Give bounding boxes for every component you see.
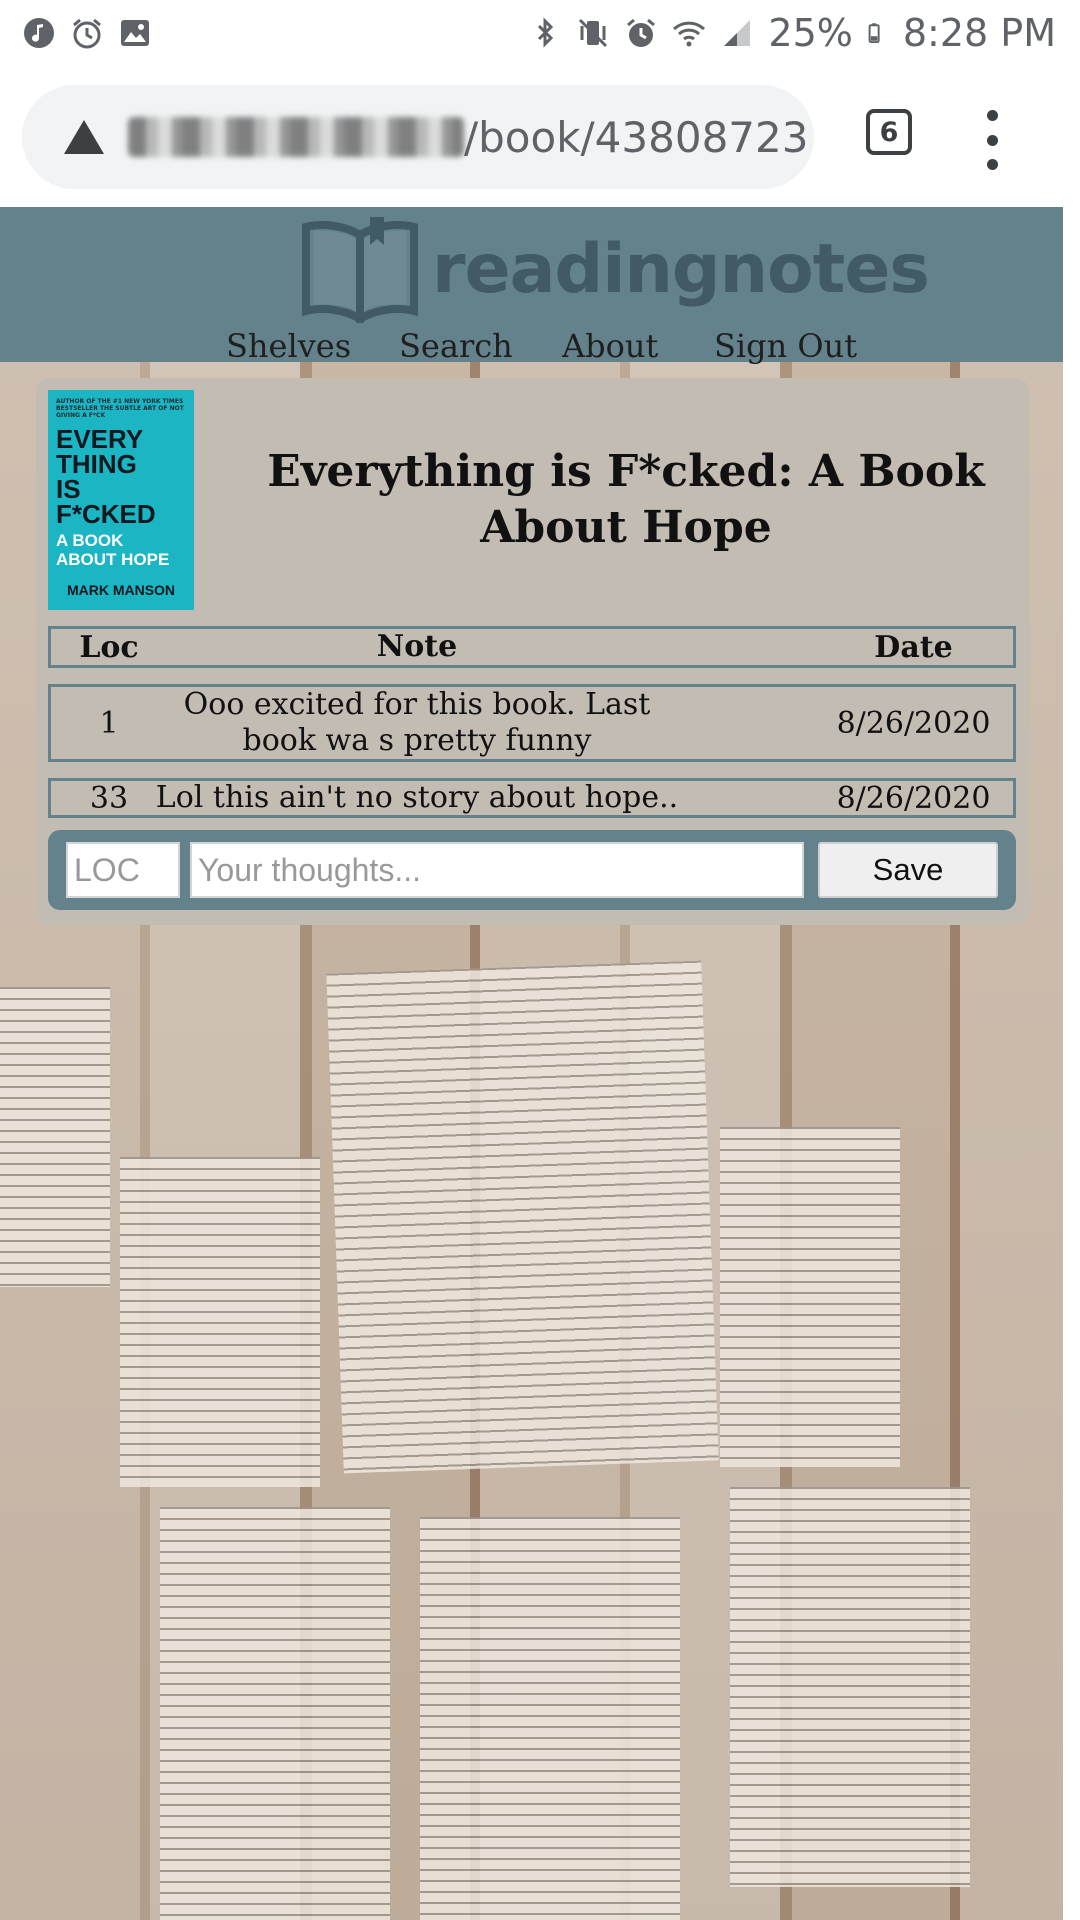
browser-toolbar: /book/43808723 6 <box>0 66 1080 210</box>
background-page <box>160 1507 390 1920</box>
add-note-form: LOC Your thoughts... Save <box>48 830 1016 910</box>
status-left <box>22 16 152 50</box>
background-page <box>120 1157 320 1487</box>
browser-menu-icon[interactable] <box>980 110 1004 170</box>
note-date: 8/26/2020 <box>836 780 991 816</box>
wifi-icon <box>673 21 706 47</box>
book-cover: AUTHOR OF THE #1 NEW YORK TIMES BESTSELL… <box>48 390 194 610</box>
warning-icon[interactable] <box>62 118 106 156</box>
nav-about[interactable]: About <box>562 327 658 365</box>
battery-icon <box>868 23 880 44</box>
site-logo[interactable]: readingnotes <box>300 215 930 323</box>
image-icon <box>121 20 149 46</box>
nav-sign-out[interactable]: Sign Out <box>714 327 857 365</box>
status-right: 25% 8:28 PM <box>528 11 1056 55</box>
nav-shelves[interactable]: Shelves <box>226 327 351 365</box>
background-page <box>0 987 110 1287</box>
note-text: Lol this ain't no story about hope.. <box>155 780 679 815</box>
status-bar: 25% 8:28 PM <box>0 0 1080 66</box>
cover-author: MARK MANSON <box>66 582 176 598</box>
note-row[interactable]: 33 Lol this ain't no story about hope.. … <box>48 778 1016 818</box>
background-page <box>720 1127 900 1467</box>
open-book-icon <box>302 217 418 323</box>
note-loc: 33 <box>89 780 129 816</box>
redacted-host <box>128 117 464 157</box>
column-header-note: Note <box>376 629 458 664</box>
note-text: Ooo excited for this book. Last book wa … <box>183 687 651 758</box>
cover-title: EVERY THING IS F*CKED <box>56 424 156 529</box>
column-header-date: Date <box>874 629 953 665</box>
cover-tagline: AUTHOR OF THE #1 NEW YORK TIMES BESTSELL… <box>56 398 184 419</box>
alarm-icon <box>73 18 101 49</box>
logo-text: readingnotes <box>432 229 930 309</box>
loc-input[interactable]: LOC <box>66 842 180 898</box>
site-header: readingnotes Shelves Search About Sign O… <box>0 207 1063 365</box>
background-page <box>730 1487 970 1887</box>
clock: 8:28 PM <box>902 11 1056 55</box>
save-button[interactable]: Save <box>818 842 998 898</box>
battery-percent: 25% <box>768 11 853 55</box>
vibrate-mute-icon <box>579 18 608 48</box>
note-row[interactable]: 1 Ooo excited for this book. Last book w… <box>48 684 1016 762</box>
page-viewport: readingnotes Shelves Search About Sign O… <box>0 207 1063 1920</box>
address-bar[interactable]: /book/43808723 <box>22 85 814 189</box>
music-note-icon <box>24 18 54 48</box>
main-nav: Shelves Search About Sign Out <box>0 327 1063 365</box>
note-date: 8/26/2020 <box>836 705 991 741</box>
notes-header-row: Loc Note Date <box>48 626 1016 668</box>
background-page <box>420 1517 680 1920</box>
book-card: AUTHOR OF THE #1 NEW YORK TIMES BESTSELL… <box>36 378 1029 925</box>
url-path: /book/43808723 <box>464 112 809 162</box>
bluetooth-icon <box>538 17 554 48</box>
background-page <box>326 960 719 1474</box>
book-title: Everything is F*cked: A Book About Hope <box>267 446 985 553</box>
signal-icon <box>724 20 751 46</box>
nav-search[interactable]: Search <box>399 327 513 365</box>
note-loc: 1 <box>99 705 119 741</box>
column-header-loc: Loc <box>79 629 139 665</box>
tab-switcher-button[interactable]: 6 <box>866 109 912 155</box>
cover-subtitle: A BOOK ABOUT HOPE <box>56 531 170 569</box>
alarm-icon <box>627 18 656 47</box>
thoughts-input[interactable]: Your thoughts... <box>190 842 804 898</box>
